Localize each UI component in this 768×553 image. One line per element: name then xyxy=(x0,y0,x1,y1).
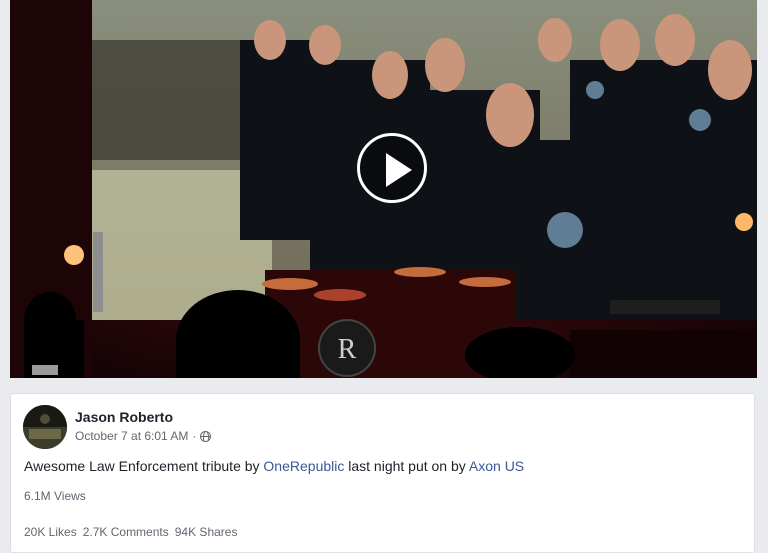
comments-count[interactable]: 2.7K Comments xyxy=(83,525,169,539)
video-player[interactable]: R xyxy=(10,0,757,378)
post-text: Awesome Law Enforcement tribute by OneRe… xyxy=(24,458,524,474)
meta-separator: · xyxy=(192,429,197,443)
avatar[interactable] xyxy=(23,405,67,449)
play-icon xyxy=(386,153,412,187)
avatar-image xyxy=(23,405,67,449)
post-text-part-2: last night put on by xyxy=(344,458,469,474)
drum-logo: R xyxy=(338,334,357,365)
mention-onerepublic[interactable]: OneRepublic xyxy=(263,458,344,474)
globe-icon[interactable] xyxy=(200,430,212,442)
post-meta: October 7 at 6:01 AM · xyxy=(75,429,212,443)
mention-axon-us[interactable]: Axon US xyxy=(469,458,524,474)
post-text-part-1: Awesome Law Enforcement tribute by xyxy=(24,458,264,474)
shares-count[interactable]: 94K Shares xyxy=(175,525,238,539)
likes-count[interactable]: 20K Likes xyxy=(24,525,77,539)
post-timestamp[interactable]: October 7 at 6:01 AM xyxy=(75,429,188,443)
view-count: 6.1M Views xyxy=(24,489,86,503)
author-name[interactable]: Jason Roberto xyxy=(75,409,173,425)
post-card: Jason Roberto October 7 at 6:01 AM · Awe… xyxy=(10,393,755,553)
engagement-stats: 20K Likes 2.7K Comments 94K Shares xyxy=(24,525,237,539)
play-button[interactable] xyxy=(357,133,427,203)
